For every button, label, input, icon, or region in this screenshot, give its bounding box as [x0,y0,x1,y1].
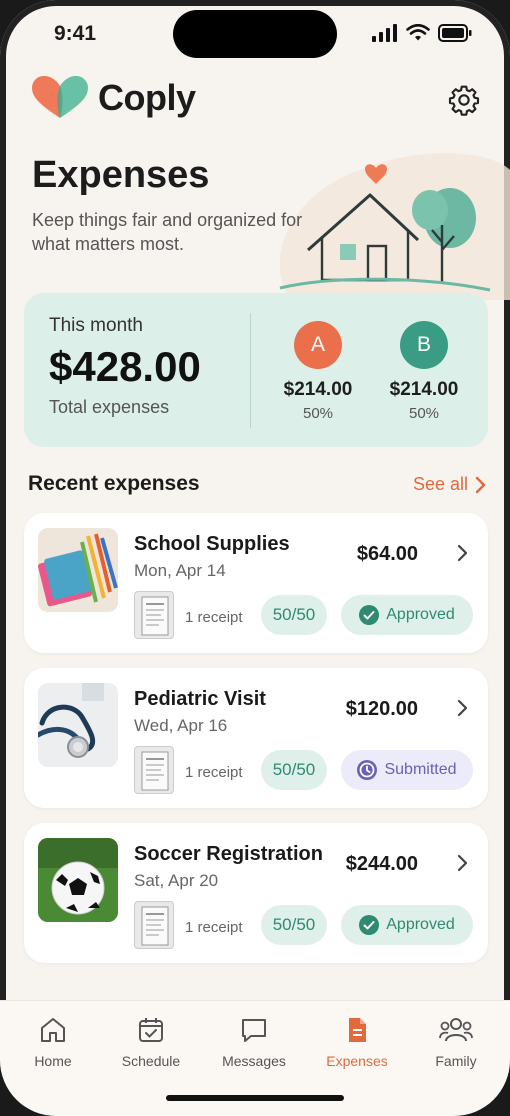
status-badge: Submitted [341,750,473,790]
home-icon [41,1018,65,1042]
expense-date: Sat, Apr 20 [134,871,219,890]
tab-family[interactable]: Family [406,1015,506,1069]
parent-a-share[interactable]: A $214.00 50% [273,321,363,422]
tab-label: Family [435,1053,477,1069]
check-circle-icon [359,915,380,935]
chevron-right-icon[interactable] [452,543,472,563]
settings-gear-icon[interactable] [448,84,480,116]
app-name: Coply [98,77,196,118]
share-percent: 50% [302,405,334,422]
receipt-count: 1 receipt [185,919,243,936]
expense-title: Soccer Registration [134,843,323,865]
avatar: B [400,321,448,369]
summary-divider [250,313,251,428]
chevron-right-icon [475,476,486,493]
expense-amount: $120.00 [345,698,418,720]
monthly-summary-card: This month $428.00 Total expenses A $214… [24,293,488,447]
tab-schedule[interactable]: Schedule [101,1015,201,1069]
page-title: Expenses [32,154,210,196]
dynamic-island [173,10,337,58]
check-circle-icon [359,605,380,625]
status-label: Approved [386,606,455,623]
expense-card[interactable]: Soccer Registration Sat, Apr 20 $244.00 … [24,823,488,963]
signal-icon [372,24,397,42]
total-label: Total expenses [49,397,170,417]
receipt-thumbnail-icon[interactable] [134,901,174,949]
expense-card[interactable]: School Supplies Mon, Apr 14 $64.00 1 rec… [24,513,488,653]
tab-label: Expenses [326,1053,388,1069]
phone-screen: 9:41 Coply Expenses Keep things fair and… [0,0,510,1116]
battery-icon [438,24,472,42]
clock-icon [357,760,378,780]
tab-expenses[interactable]: Expenses [307,1015,407,1069]
tab-home[interactable]: Home [3,1015,103,1069]
see-all-label: See all [412,474,468,494]
message-icon [242,1019,266,1042]
share-amount: $214.00 [389,379,459,400]
people-icon [439,1018,473,1042]
see-all-link[interactable]: See all [413,474,486,495]
status-icons [372,24,472,42]
split-badge: 50/50 [261,750,327,790]
status-label: Submitted [384,761,457,778]
pencils-notebooks-thumbnail [38,528,118,612]
wifi-icon [406,24,430,41]
app-logo[interactable]: Coply [32,76,196,120]
status-badge: Approved [341,595,473,635]
receipt-thumbnail-icon[interactable] [134,591,174,639]
chevron-right-icon[interactable] [452,853,472,873]
share-amount: $214.00 [283,379,353,400]
receipt-count: 1 receipt [185,764,243,781]
expense-card[interactable]: Pediatric Visit Wed, Apr 16 $120.00 1 re… [24,668,488,808]
share-percent: 50% [408,405,440,422]
avatar: A [294,321,342,369]
chevron-right-icon[interactable] [452,698,472,718]
status-label: Approved [386,916,455,933]
heart-logo-icon [32,76,88,118]
expense-title: Pediatric Visit [134,688,266,710]
expense-amount: $64.00 [356,543,418,565]
tab-messages[interactable]: Messages [204,1015,304,1069]
soccer-ball-thumbnail [38,838,118,922]
status-bar: 9:41 [0,0,510,70]
page-subtitle: Keep things fair and organized for what … [32,210,303,254]
parent-b-share[interactable]: B $214.00 50% [379,321,469,422]
split-badge: 50/50 [261,905,327,945]
home-indicator[interactable] [166,1095,344,1101]
recent-expenses-title: Recent expenses [28,472,200,495]
expense-date: Mon, Apr 14 [134,561,226,580]
tab-label: Home [34,1053,72,1069]
status-time: 9:41 [54,22,97,45]
tab-label: Schedule [121,1053,181,1069]
expense-date: Wed, Apr 16 [134,716,228,735]
total-amount: $428.00 [49,343,201,390]
split-badge: 50/50 [261,595,327,635]
receipt-count: 1 receipt [185,609,243,626]
period-label: This month [49,315,143,336]
tab-label: Messages [222,1053,286,1069]
document-icon [349,1018,366,1042]
calendar-icon [139,1018,163,1042]
receipt-thumbnail-icon[interactable] [134,746,174,794]
stethoscope-thumbnail [38,683,118,767]
expense-amount: $244.00 [345,853,418,875]
expense-title: School Supplies [134,533,290,555]
status-badge: Approved [341,905,473,945]
